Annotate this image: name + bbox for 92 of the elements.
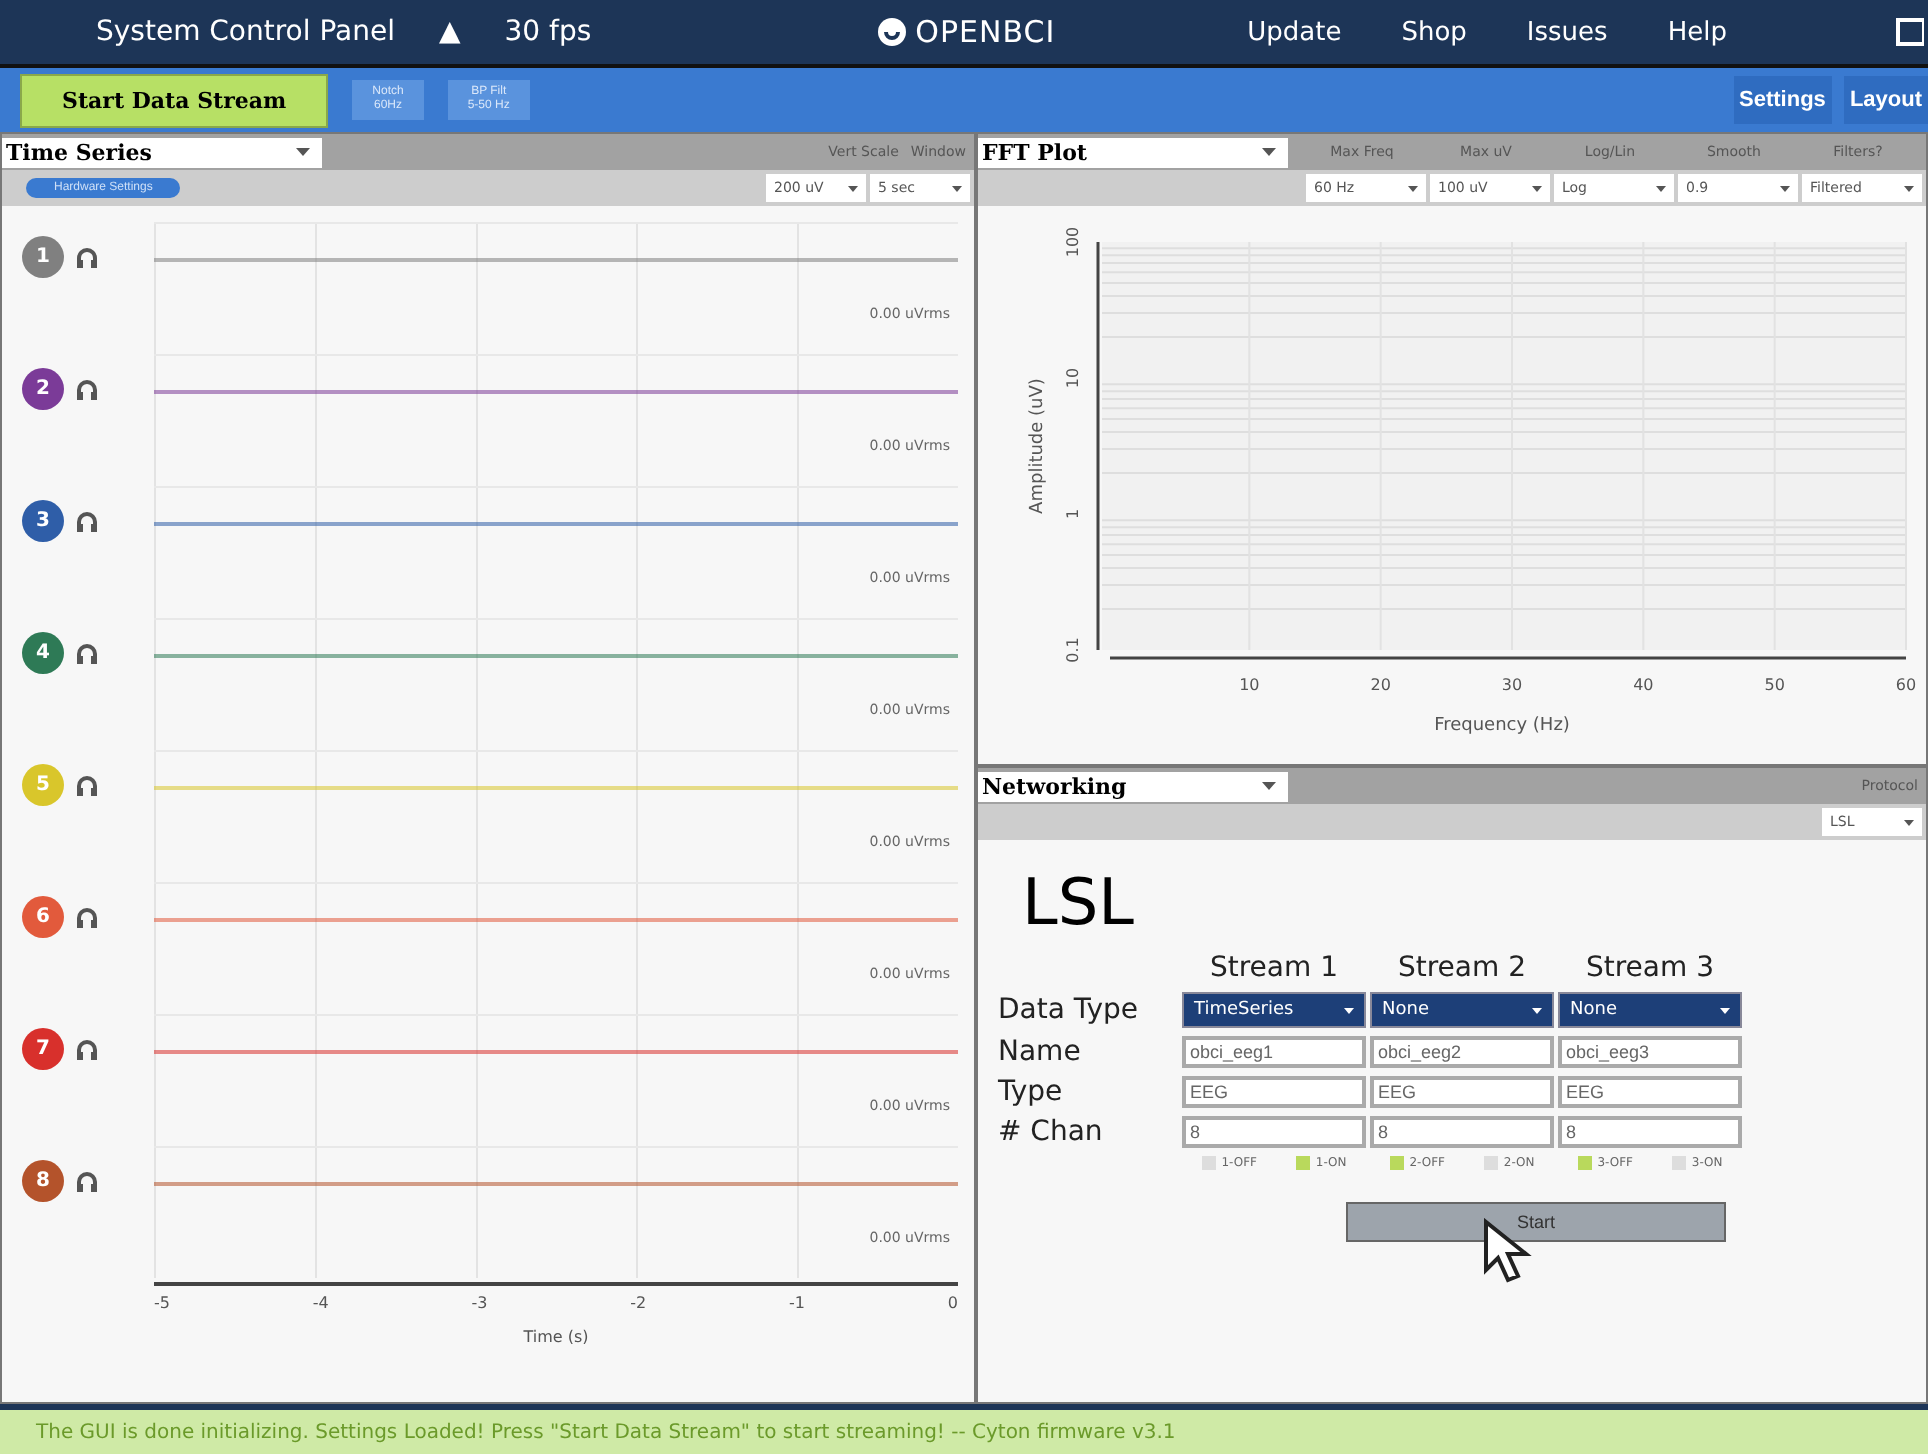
caret-icon bbox=[1262, 148, 1276, 156]
axis-tick-label: -2 bbox=[630, 1294, 647, 1312]
channel-number[interactable]: 8 bbox=[22, 1160, 64, 1202]
axis-title: Time (s) bbox=[523, 1328, 589, 1346]
caret-icon bbox=[1344, 1007, 1354, 1013]
headphones-icon[interactable] bbox=[76, 908, 98, 928]
caret-icon bbox=[1780, 185, 1790, 191]
name-field[interactable]: obci_eeg1 bbox=[1182, 1036, 1366, 1068]
widget-dropdown[interactable]: FFT Plot bbox=[978, 137, 1288, 167]
caret-icon bbox=[1904, 819, 1914, 825]
caret-icon bbox=[1532, 1007, 1542, 1013]
axis-tick-label: 20 bbox=[1370, 676, 1391, 694]
headphones-icon[interactable] bbox=[76, 248, 98, 268]
type-field[interactable]: EEG bbox=[1370, 1076, 1554, 1108]
axis-tick-label: 0.1 bbox=[1064, 637, 1082, 663]
stream-heading: Stream 2 bbox=[1395, 952, 1528, 984]
row-label: # Chan bbox=[998, 1116, 1105, 1148]
axis-tick-label: 60 bbox=[1895, 676, 1917, 694]
headphones-icon[interactable] bbox=[76, 1172, 98, 1192]
axis-tick-label: -5 bbox=[154, 1294, 170, 1312]
headphones-icon[interactable] bbox=[76, 776, 98, 796]
channel-number[interactable]: 7 bbox=[22, 1028, 64, 1070]
axis-tick-label: -1 bbox=[789, 1294, 805, 1312]
headphones-icon[interactable] bbox=[76, 644, 98, 664]
data-type-dropdown[interactable]: None bbox=[1558, 992, 1742, 1028]
caret-icon bbox=[1656, 185, 1666, 191]
menu-button[interactable]: Update bbox=[1239, 17, 1350, 47]
logo-text: OPENBCI bbox=[915, 14, 1056, 50]
start-button[interactable]: Start bbox=[1346, 1202, 1726, 1242]
axis-tick-label: 50 bbox=[1764, 676, 1785, 694]
caret-icon bbox=[1262, 782, 1276, 790]
channel-number[interactable]: 3 bbox=[22, 500, 64, 542]
option-checkbox[interactable] bbox=[1389, 1156, 1404, 1170]
collapse-toggle[interactable]: ▲ bbox=[438, 16, 461, 48]
caret-icon bbox=[1408, 185, 1418, 191]
channel-count-field[interactable]: 8 bbox=[1370, 1116, 1554, 1148]
axis-tick-label: 1 bbox=[1064, 508, 1082, 520]
caret-icon bbox=[952, 185, 962, 191]
stream-heading: Stream 1 bbox=[1207, 952, 1340, 984]
caret-icon bbox=[296, 148, 310, 156]
caret-icon bbox=[848, 185, 858, 191]
data-type-dropdown[interactable]: TimeSeries bbox=[1182, 992, 1366, 1028]
menu-button[interactable]: Help bbox=[1659, 17, 1735, 47]
axis-tick-label: 10 bbox=[1239, 676, 1260, 694]
headphones-icon[interactable] bbox=[76, 380, 98, 400]
toolbar-button[interactable]: Settings bbox=[1733, 76, 1832, 124]
axis-title: Amplitude (uV) bbox=[1028, 378, 1048, 514]
axis-tick-label: 30 bbox=[1501, 676, 1523, 694]
channel-number[interactable]: 1 bbox=[22, 236, 64, 278]
channel-number[interactable]: 6 bbox=[22, 896, 64, 938]
status-message: The GUI is done initializing. Settings Loaded! Press "Start Data Stream" to start streaming! -- Cyton firmware v3.1 bbox=[0, 1404, 1928, 1454]
axis-title: Frequency (Hz) bbox=[1434, 716, 1570, 736]
caret-icon bbox=[1720, 1007, 1730, 1013]
type-field[interactable]: EEG bbox=[1558, 1076, 1742, 1108]
option-checkbox[interactable] bbox=[1483, 1156, 1498, 1170]
caret-icon bbox=[1904, 185, 1914, 191]
axis-tick-label: 0 bbox=[947, 1294, 958, 1312]
channel-number[interactable]: 2 bbox=[22, 368, 64, 410]
option-checkbox[interactable] bbox=[1295, 1156, 1310, 1170]
channel-count-field[interactable]: 8 bbox=[1182, 1116, 1366, 1148]
headphones-icon[interactable] bbox=[76, 512, 98, 532]
axis-tick-label: 100 bbox=[1064, 226, 1082, 258]
name-field[interactable]: obci_eeg3 bbox=[1558, 1036, 1742, 1068]
axis-tick-label: 10 bbox=[1064, 367, 1082, 389]
toolbar-button[interactable]: Layout bbox=[1843, 76, 1928, 124]
headphones-icon[interactable] bbox=[76, 1040, 98, 1060]
option-checkbox[interactable] bbox=[1671, 1156, 1686, 1170]
data-type-dropdown[interactable]: None bbox=[1370, 992, 1554, 1028]
fps-selector[interactable]: 30 fps bbox=[504, 16, 592, 48]
window-icon[interactable] bbox=[1896, 18, 1924, 46]
axis-tick-label: -3 bbox=[471, 1294, 488, 1312]
widget-dropdown[interactable]: Time Series bbox=[2, 137, 322, 167]
row-label: Type bbox=[998, 1076, 1065, 1108]
panel-title[interactable]: System Control Panel bbox=[96, 16, 395, 48]
stream-heading: Stream 3 bbox=[1583, 952, 1716, 984]
logo-icon bbox=[875, 16, 908, 48]
axis-tick-label: -4 bbox=[312, 1294, 329, 1312]
name-field[interactable]: obci_eeg2 bbox=[1370, 1036, 1554, 1068]
option-checkbox[interactable] bbox=[1201, 1156, 1216, 1170]
caret-icon bbox=[1532, 185, 1542, 191]
type-field[interactable]: EEG bbox=[1182, 1076, 1366, 1108]
channel-number[interactable]: 4 bbox=[22, 632, 64, 674]
option-checkbox[interactable] bbox=[1577, 1156, 1592, 1170]
start-stream-button[interactable]: Start Data Stream bbox=[20, 73, 329, 127]
axis-tick-label: 40 bbox=[1633, 676, 1654, 694]
row-label: Data Type bbox=[998, 994, 1141, 1026]
channel-count-field[interactable]: 8 bbox=[1558, 1116, 1742, 1148]
protocol-heading: LSL bbox=[1022, 864, 1136, 940]
widget-dropdown[interactable]: Networking bbox=[978, 771, 1288, 801]
menu-button[interactable]: Issues bbox=[1518, 17, 1616, 47]
row-label: Name bbox=[998, 1036, 1083, 1068]
menu-button[interactable]: Shop bbox=[1393, 17, 1475, 47]
